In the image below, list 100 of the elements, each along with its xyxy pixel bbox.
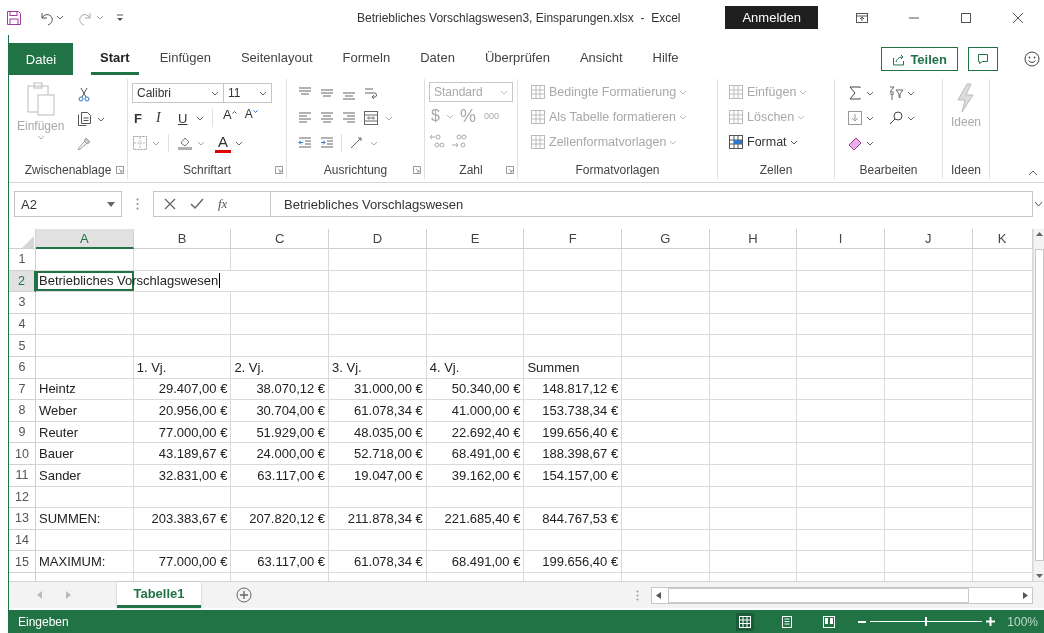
grid-cell[interactable]	[329, 529, 427, 552]
ribbon-tab[interactable]: Ansicht	[570, 43, 632, 75]
grid-cell[interactable]: 211.878,34 €	[329, 508, 427, 530]
decrease-decimal-icon[interactable]	[451, 133, 467, 149]
splitter-icon[interactable]	[636, 589, 639, 601]
grid-cell[interactable]	[972, 313, 1033, 336]
ribbon-display-icon[interactable]	[855, 10, 869, 25]
grid-cell[interactable]: 24.000,00 €	[231, 443, 330, 465]
ribbon-tab[interactable]: Start	[91, 43, 139, 75]
grid-cell[interactable]: 199.656,40 €	[524, 421, 623, 444]
add-sheet-icon[interactable]	[236, 587, 252, 603]
column-header[interactable]: I	[797, 229, 885, 249]
grid-cell[interactable]	[797, 378, 885, 401]
find-icon[interactable]	[888, 110, 904, 126]
grid-cell[interactable]	[797, 270, 885, 293]
grid-cell[interactable]	[709, 313, 798, 336]
name-box[interactable]: A2	[14, 191, 122, 217]
grid-cell[interactable]	[622, 551, 710, 573]
grid-cell[interactable]	[709, 292, 798, 314]
sort-filter-icon[interactable]	[888, 85, 904, 101]
grid-cell[interactable]	[972, 421, 1033, 444]
grid-cell[interactable]	[231, 292, 330, 314]
grid-cell[interactable]: SUMMEN:	[36, 508, 134, 530]
caret-icon[interactable]	[97, 116, 106, 122]
customize-icon[interactable]	[116, 13, 124, 22]
grid-cell[interactable]	[709, 486, 798, 509]
grid-cell[interactable]	[622, 335, 710, 357]
grid-cell[interactable]	[797, 443, 885, 465]
grid-cell[interactable]	[524, 313, 623, 336]
grid-cell[interactable]	[884, 486, 973, 509]
grid-cell[interactable]	[524, 292, 623, 314]
collapse-ribbon-icon[interactable]	[1028, 170, 1038, 176]
cells-menu-button[interactable]: Format	[726, 131, 810, 153]
column-header[interactable]: J	[884, 229, 973, 249]
grid-cell[interactable]	[884, 464, 973, 487]
dialog-launcher-icon[interactable]	[413, 166, 421, 174]
cancel-icon[interactable]	[164, 198, 176, 210]
fill-color-icon[interactable]	[177, 135, 193, 151]
grid-cell[interactable]: 199.656,40 €	[524, 551, 623, 573]
grid-cell[interactable]	[972, 529, 1033, 552]
grid-cell[interactable]: Sander	[36, 464, 134, 487]
grid-cell[interactable]	[709, 400, 798, 422]
close-icon[interactable]	[1011, 10, 1025, 25]
row-header[interactable]: 5	[9, 335, 36, 357]
grid-cell[interactable]: 77.000,00 €	[133, 421, 232, 444]
grid-cell[interactable]: 63.117,00 €	[231, 464, 330, 487]
decrease-indent-icon[interactable]	[297, 135, 313, 151]
increase-decimal-icon[interactable]	[429, 133, 445, 149]
grid-cell[interactable]	[797, 421, 885, 444]
grid-cell[interactable]	[622, 378, 710, 401]
grid-cell[interactable]	[797, 508, 885, 530]
grid-cell[interactable]	[884, 292, 973, 314]
align-center-icon[interactable]	[319, 110, 335, 126]
grid-cell[interactable]	[797, 486, 885, 509]
caret-icon[interactable]	[259, 90, 267, 96]
grid-cell[interactable]	[622, 464, 710, 487]
row-header[interactable]: 2	[9, 270, 36, 293]
grid-cell[interactable]	[524, 270, 623, 293]
grid-cell[interactable]	[797, 464, 885, 487]
grid-cell[interactable]	[426, 313, 525, 336]
grid-cell[interactable]	[329, 270, 427, 293]
vertical-scrollbar[interactable]	[1033, 229, 1044, 581]
grid-cell[interactable]	[972, 551, 1033, 573]
grid-cell[interactable]	[622, 529, 710, 552]
grid-cell[interactable]	[972, 292, 1033, 314]
ribbon-tab[interactable]: Einfügen	[150, 43, 220, 75]
grid-cell[interactable]	[329, 292, 427, 314]
grid-cell[interactable]: 30.704,00 €	[231, 400, 330, 422]
grid-cell[interactable]	[797, 529, 885, 552]
grid-cell[interactable]: 38.070,12 €	[231, 378, 330, 401]
grid-cell[interactable]	[622, 400, 710, 422]
column-header[interactable]: F	[524, 229, 623, 249]
grid-cell[interactable]: 154.157,00 €	[524, 464, 623, 487]
grid-cell[interactable]: 153.738,34 €	[524, 400, 623, 422]
row-header[interactable]: 8	[9, 400, 36, 422]
grid-cell[interactable]	[524, 486, 623, 509]
grid-cell[interactable]	[426, 529, 525, 552]
previous-sheet-icon[interactable]	[37, 591, 42, 599]
grid-cell[interactable]: 221.685,40 €	[426, 508, 525, 530]
grid-cell[interactable]	[622, 486, 710, 509]
grid-cell[interactable]: 41.000,00 €	[426, 400, 525, 422]
grid-cell[interactable]	[972, 270, 1033, 293]
grid-cell[interactable]: 19.047,00 €	[329, 464, 427, 487]
maximize-icon[interactable]	[959, 10, 973, 25]
grid-cell[interactable]	[972, 335, 1033, 357]
grid-cell[interactable]	[709, 529, 798, 552]
grid-cell[interactable]	[709, 335, 798, 357]
font-size-field[interactable]: 11	[224, 83, 272, 103]
grid-cell[interactable]	[884, 529, 973, 552]
column-header[interactable]: B	[133, 229, 232, 249]
format-painter-icon[interactable]	[76, 136, 93, 152]
grid-cell[interactable]: 51.929,00 €	[231, 421, 330, 444]
grid-cell[interactable]: 22.692,40 €	[426, 421, 525, 444]
grid-cell[interactable]	[972, 508, 1033, 530]
ribbon-tab[interactable]: Seitenlayout	[231, 43, 322, 75]
grid-cell[interactable]	[36, 313, 134, 336]
font-name-field[interactable]: Calibri	[132, 83, 224, 103]
grid-cell[interactable]	[231, 529, 330, 552]
view-button[interactable]	[736, 612, 755, 631]
grid-cell[interactable]	[797, 551, 885, 573]
